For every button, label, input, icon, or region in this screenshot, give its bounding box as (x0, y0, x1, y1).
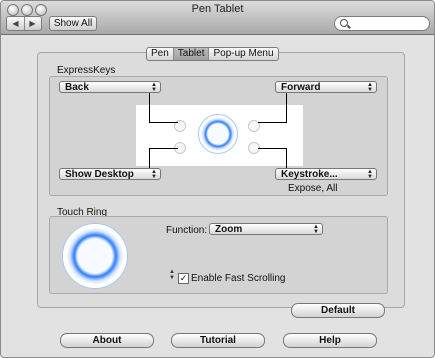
tab-pen[interactable]: Pen (147, 48, 174, 60)
fast-scrolling-label: Enable Fast Scrolling (191, 273, 286, 284)
search-field[interactable] (334, 16, 430, 31)
show-all-button[interactable]: Show All (49, 16, 97, 31)
search-icon (340, 19, 348, 27)
expresskeys-label: ExpressKeys (57, 65, 116, 76)
help-button[interactable]: Help (283, 333, 377, 348)
expresskey-bottom-right-popup[interactable]: Keystroke... ▲ ▼ (275, 168, 377, 180)
back-icon[interactable]: ◀ (7, 17, 25, 30)
default-button[interactable]: Default (291, 303, 385, 318)
touch-ring-icon (62, 223, 128, 289)
fast-scrolling-checkbox[interactable]: ✓ (178, 273, 189, 284)
expresskey-bottom-right-caption: Expose, All (288, 183, 338, 194)
tab-tablet[interactable]: Tablet (173, 48, 210, 60)
expresskey-bottom-left-popup[interactable]: Show Desktop ▲ ▼ (59, 168, 161, 180)
window-title: Pen Tablet (191, 3, 244, 15)
expresskey-top-left-value: Back (65, 82, 89, 93)
expresskey-top-right-popup[interactable]: Forward ▲ ▼ (275, 81, 377, 93)
tutorial-button[interactable]: Tutorial (171, 333, 265, 348)
connector-line (258, 148, 287, 169)
expresskey-bottom-right-value: Keystroke... (281, 169, 338, 180)
popup-arrows-icon: ▲ ▼ (313, 224, 319, 235)
expresskey-top-left-popup[interactable]: Back ▲ ▼ (59, 81, 161, 93)
preferences-window: Pen Tablet ◀ ▶ Show All Pen Tablet Pop-u… (0, 0, 435, 358)
title-bar: Pen Tablet ◀ ▶ Show All (1, 1, 434, 35)
tab-bar: Pen Tablet Pop-up Menu (146, 47, 279, 61)
forward-icon[interactable]: ▶ (24, 17, 41, 30)
connector-line (149, 148, 178, 169)
stepper-icon[interactable]: ▲ ▼ (169, 269, 175, 281)
popup-arrows-icon: ▲ ▼ (151, 82, 157, 93)
function-value: Zoom (215, 224, 243, 235)
function-popup[interactable]: Zoom ▲ ▼ (209, 223, 323, 235)
expresskey-top-right-value: Forward (281, 82, 321, 93)
popup-arrows-icon: ▲ ▼ (367, 169, 373, 180)
tab-popup-menu[interactable]: Pop-up Menu (209, 48, 277, 60)
about-button[interactable]: About (60, 333, 154, 348)
connector-line (149, 93, 178, 123)
popup-arrows-icon: ▲ ▼ (151, 169, 157, 180)
expresskey-bottom-left-value: Show Desktop (65, 169, 134, 180)
function-label: Function: (166, 225, 208, 236)
navigation-group: ◀ ▶ (6, 16, 42, 31)
touch-ring-small-icon (198, 114, 238, 154)
popup-arrows-icon: ▲ ▼ (367, 82, 373, 93)
connector-line (258, 93, 287, 123)
